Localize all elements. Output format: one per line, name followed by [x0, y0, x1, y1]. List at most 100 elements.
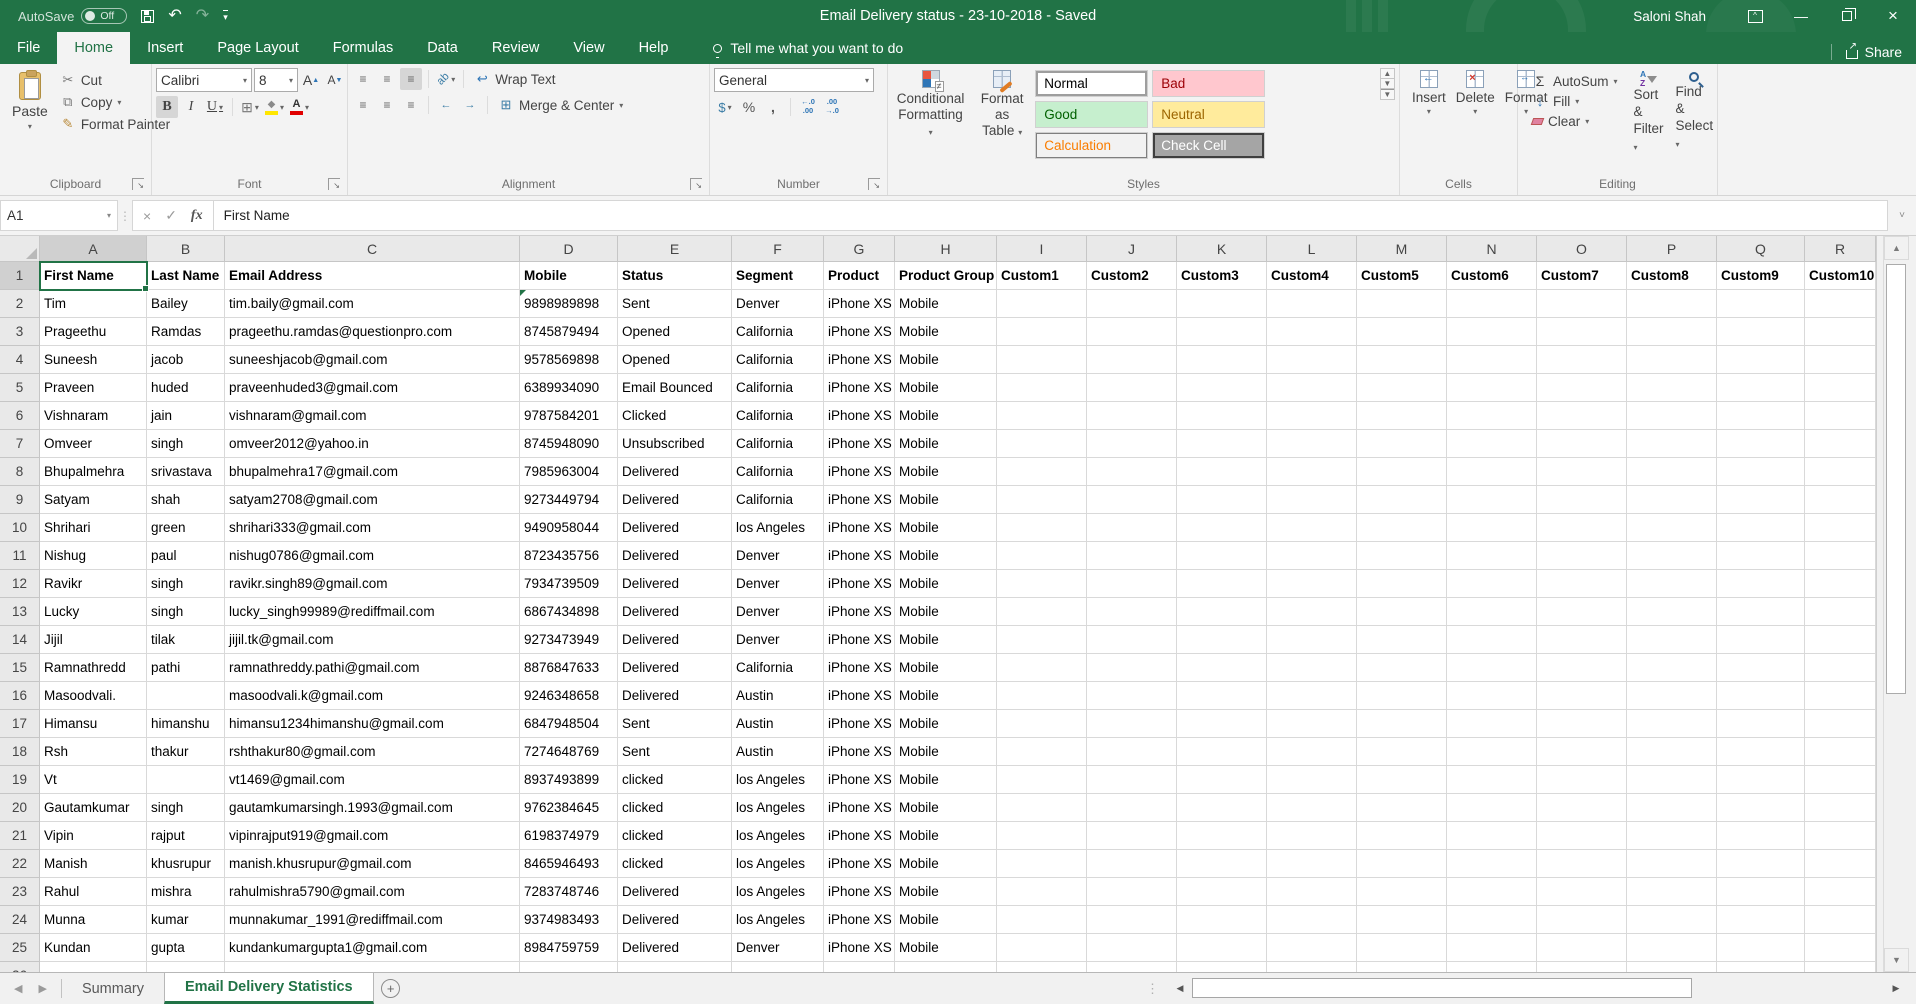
cell[interactable]: Nishug [40, 542, 147, 570]
cell[interactable]: iPhone XS [824, 822, 895, 850]
cell[interactable] [1447, 402, 1537, 430]
cell[interactable] [1717, 794, 1805, 822]
cell[interactable] [997, 850, 1087, 878]
cell[interactable] [1537, 430, 1627, 458]
cell[interactable] [1447, 794, 1537, 822]
cell[interactable] [1087, 458, 1177, 486]
column-header-N[interactable]: N [1447, 236, 1537, 262]
ribbon-tab-help[interactable]: Help [622, 32, 686, 64]
sheet-tab-email-delivery-statistics[interactable]: Email Delivery Statistics [164, 973, 374, 1004]
align-left-button[interactable]: ≡ [352, 94, 374, 116]
cell[interactable] [1537, 570, 1627, 598]
cell[interactable] [1267, 710, 1357, 738]
row-header-19[interactable]: 19 [0, 766, 40, 794]
cell[interactable] [1717, 710, 1805, 738]
cell[interactable]: Mobile [895, 822, 997, 850]
cell[interactable] [1447, 346, 1537, 374]
cell[interactable]: himansu1234himanshu@gmail.com [225, 710, 520, 738]
cell[interactable]: singh [147, 570, 225, 598]
cell[interactable] [1267, 290, 1357, 318]
cell[interactable] [147, 766, 225, 794]
cell[interactable] [1357, 682, 1447, 710]
cell[interactable]: Denver [732, 598, 824, 626]
cell[interactable]: 9490958044 [520, 514, 618, 542]
cell[interactable]: California [732, 430, 824, 458]
cell[interactable] [1627, 542, 1717, 570]
cell[interactable] [1717, 906, 1805, 934]
cell[interactable]: Rahul [40, 878, 147, 906]
cell[interactable]: 8723435756 [520, 542, 618, 570]
cell[interactable]: Austin [732, 710, 824, 738]
cell[interactable]: mishra [147, 878, 225, 906]
column-header-J[interactable]: J [1087, 236, 1177, 262]
cell[interactable] [1447, 598, 1537, 626]
cell[interactable] [1805, 738, 1876, 766]
restore-button[interactable] [1824, 0, 1870, 32]
cell[interactable]: 6847948504 [520, 710, 618, 738]
cell[interactable]: masoodvali.k@gmail.com [225, 682, 520, 710]
cell[interactable] [997, 598, 1087, 626]
row-header-24[interactable]: 24 [0, 906, 40, 934]
cell[interactable] [1805, 878, 1876, 906]
cell[interactable] [1627, 318, 1717, 346]
cell[interactable]: green [147, 514, 225, 542]
cell[interactable] [1177, 598, 1267, 626]
cell[interactable] [1627, 570, 1717, 598]
cell[interactable]: 9762384645 [520, 794, 618, 822]
cell[interactable] [1627, 290, 1717, 318]
cell[interactable]: Ramnathredd [40, 654, 147, 682]
cell[interactable]: iPhone XS [824, 682, 895, 710]
cell[interactable] [1537, 878, 1627, 906]
cell[interactable] [1087, 402, 1177, 430]
cell[interactable] [1267, 402, 1357, 430]
cell[interactable] [997, 402, 1087, 430]
cell[interactable]: Unsubscribed [618, 430, 732, 458]
cell[interactable] [1087, 374, 1177, 402]
cell[interactable] [1267, 374, 1357, 402]
cell[interactable]: Email Bounced [618, 374, 732, 402]
cell[interactable]: iPhone XS [824, 710, 895, 738]
cell[interactable] [1447, 822, 1537, 850]
cell[interactable]: iPhone XS [824, 290, 895, 318]
cell[interactable] [1537, 458, 1627, 486]
ribbon-tab-page-layout[interactable]: Page Layout [200, 32, 315, 64]
autosave-toggle[interactable]: AutoSave Off [18, 8, 127, 24]
cell[interactable]: Mobile [895, 934, 997, 962]
cell[interactable]: iPhone XS [824, 878, 895, 906]
cell[interactable] [1177, 486, 1267, 514]
cell[interactable]: Austin [732, 682, 824, 710]
cell[interactable] [1537, 374, 1627, 402]
cell[interactable]: Sent [618, 290, 732, 318]
cell[interactable] [997, 794, 1087, 822]
cell[interactable]: Denver [732, 290, 824, 318]
cell[interactable] [1267, 626, 1357, 654]
cell[interactable] [1627, 794, 1717, 822]
cell[interactable] [1537, 346, 1627, 374]
cell[interactable]: iPhone XS [824, 654, 895, 682]
cell[interactable] [1627, 598, 1717, 626]
clipboard-dialog-launcher[interactable]: ↘ [132, 178, 144, 190]
column-header-K[interactable]: K [1177, 236, 1267, 262]
cell[interactable] [1357, 318, 1447, 346]
cell[interactable] [1177, 794, 1267, 822]
cell[interactable]: Mobile [895, 290, 997, 318]
cell[interactable] [1177, 710, 1267, 738]
cell[interactable] [997, 570, 1087, 598]
cell[interactable]: 7283748746 [520, 878, 618, 906]
cell[interactable] [1717, 934, 1805, 962]
font-size-select[interactable]: 8▾ [254, 68, 298, 92]
cell[interactable]: Delivered [618, 458, 732, 486]
row-header-22[interactable]: 22 [0, 850, 40, 878]
cell[interactable]: Delivered [618, 934, 732, 962]
cell[interactable] [1087, 598, 1177, 626]
cell[interactable] [1537, 738, 1627, 766]
decrease-decimal-button[interactable]: .00→.0 [821, 96, 843, 118]
cell[interactable] [1267, 542, 1357, 570]
cell[interactable] [1357, 738, 1447, 766]
ribbon-tab-formulas[interactable]: Formulas [316, 32, 410, 64]
cell[interactable] [1267, 514, 1357, 542]
gallery-scroll-up-icon[interactable]: ▲ [1381, 69, 1394, 79]
cell[interactable] [1447, 878, 1537, 906]
cell[interactable]: Denver [732, 570, 824, 598]
cell[interactable] [1805, 402, 1876, 430]
